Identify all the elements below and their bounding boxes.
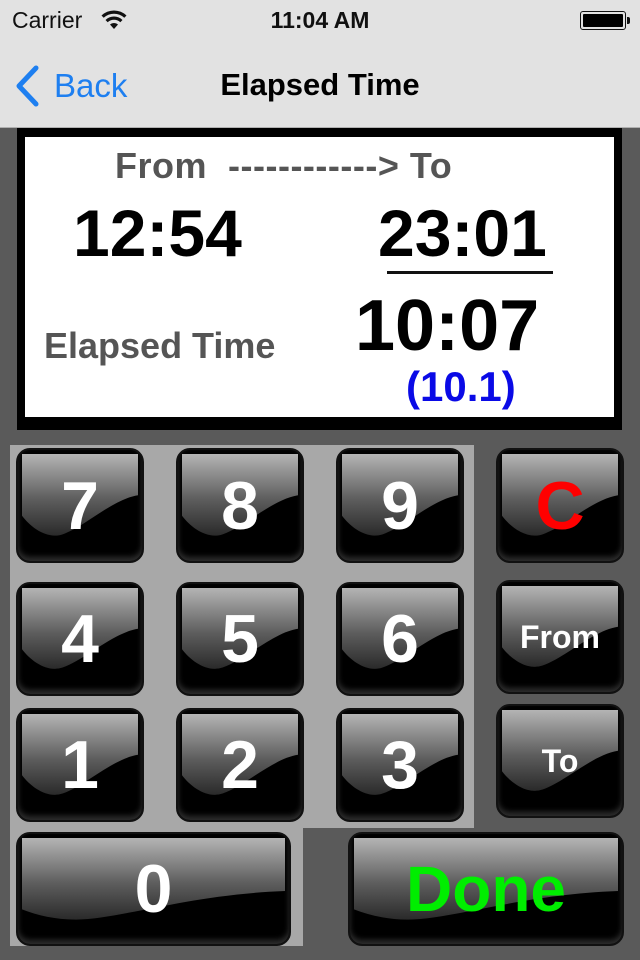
- key-6[interactable]: 6: [336, 582, 464, 696]
- key-label: 2: [221, 727, 259, 803]
- key-1[interactable]: 1: [16, 708, 144, 822]
- from-time-value: 12:54: [73, 196, 242, 270]
- key-label: 8: [221, 467, 259, 544]
- top-bar: Carrier 11:04 AM Back Elapsed Time: [0, 0, 640, 128]
- from-to-header: From ------------> To: [115, 145, 453, 186]
- status-bar: Carrier 11:04 AM: [0, 0, 640, 40]
- key-8[interactable]: 8: [176, 448, 304, 563]
- key-9[interactable]: 9: [336, 448, 464, 563]
- navigation-bar: Back Elapsed Time: [0, 40, 640, 128]
- key-label: 3: [381, 727, 419, 803]
- page-title: Elapsed Time: [220, 67, 420, 102]
- subtraction-divider: [387, 271, 553, 274]
- to-time-value: 23:01: [378, 196, 547, 270]
- to-key-label: To: [541, 742, 579, 779]
- clear-button[interactable]: C: [496, 448, 624, 563]
- done-label: Done: [406, 853, 566, 925]
- from-key-label: From: [520, 618, 600, 655]
- key-label: 6: [381, 601, 419, 677]
- elapsed-time-label: Elapsed Time: [44, 325, 276, 366]
- key-5[interactable]: 5: [176, 582, 304, 696]
- display-panel: From ------------> To 12:54 23:01 Elapse…: [25, 137, 614, 417]
- status-time: 11:04 AM: [270, 7, 370, 33]
- key-4[interactable]: 4: [16, 582, 144, 696]
- key-3[interactable]: 3: [336, 708, 464, 822]
- battery-full-icon: [580, 11, 630, 30]
- result-display: From ------------> To 12:54 23:01 Elapse…: [17, 128, 622, 430]
- set-to-button[interactable]: To: [496, 704, 624, 818]
- key-2[interactable]: 2: [176, 708, 304, 822]
- key-label: 1: [61, 727, 99, 803]
- key-0[interactable]: 0: [16, 832, 291, 946]
- done-button[interactable]: Done: [348, 832, 624, 946]
- key-label: 9: [381, 467, 419, 544]
- elapsed-decimal-value: (10.1): [406, 363, 516, 410]
- key-label: 0: [134, 851, 173, 927]
- key-7[interactable]: 7: [16, 448, 144, 563]
- key-label: 4: [61, 601, 99, 677]
- elapsed-time-value: 10:07: [355, 286, 540, 366]
- clear-label: C: [535, 467, 585, 544]
- key-label: 5: [221, 601, 259, 677]
- key-label: 7: [61, 467, 99, 544]
- set-from-button[interactable]: From: [496, 580, 624, 694]
